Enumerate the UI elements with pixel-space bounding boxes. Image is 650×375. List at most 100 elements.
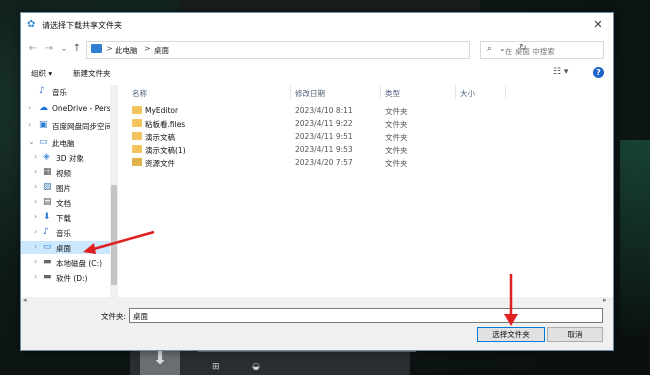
navigation-pane: ♪ 音乐 › ☁ OneDrive - Perso › ▣ 百度网盘同步空间 ⌄… — [21, 85, 119, 297]
sidebar-item-drive-c[interactable]: › ▬ 本地磁盘 (C:) — [21, 256, 111, 269]
music-icon: ♪ — [39, 86, 45, 96]
sidebar-item-label: 音乐 — [52, 88, 67, 97]
file-name: MyEditor — [145, 106, 179, 115]
file-row[interactable]: 资源文件 2023/4/20 7:57 文件夹 — [125, 156, 505, 169]
expand-icon[interactable]: › — [34, 242, 37, 251]
expand-icon[interactable]: › — [34, 167, 37, 176]
file-type: 文件夹 — [385, 107, 408, 116]
sidebar-item-label: 百度网盘同步空间 — [52, 122, 112, 131]
sidebar-item-label: 文档 — [56, 199, 71, 208]
document-icon: ▤ — [43, 197, 52, 207]
sidebar-item-label: 视频 — [56, 169, 71, 178]
expand-icon[interactable]: › — [28, 120, 31, 129]
video-icon: ▦ — [43, 167, 52, 177]
select-folder-button[interactable]: 选择文件夹 — [477, 327, 545, 342]
computer-icon — [91, 44, 102, 53]
file-name: 演示文稿(1) — [145, 146, 186, 155]
dialog-title: 请选择下载共享文件夹 — [42, 21, 122, 30]
sidebar-item-documents[interactable]: › ▤ 文档 — [21, 196, 111, 209]
music-icon: ♪ — [43, 227, 49, 237]
expand-icon[interactable]: › — [34, 212, 37, 221]
file-name: 演示文稿 — [145, 133, 175, 142]
sidebar-item-label: 下载 — [56, 214, 71, 223]
file-type: 文件夹 — [385, 133, 408, 142]
cube-icon: ◈ — [43, 152, 50, 162]
column-divider[interactable] — [380, 85, 381, 99]
file-row[interactable]: 演示文稿(1) 2023/4/11 9:53 文件夹 — [125, 143, 505, 156]
expand-icon[interactable]: › — [34, 182, 37, 191]
column-divider[interactable] — [290, 85, 291, 99]
sidebar-item-3d-objects[interactable]: › ◈ 3D 对象 — [21, 151, 111, 164]
scroll-left-icon[interactable]: ◂ — [23, 296, 27, 304]
scroll-thumb[interactable] — [111, 185, 117, 285]
cancel-button[interactable]: 取消 — [547, 327, 603, 342]
file-name: 资源文件 — [145, 159, 175, 168]
expand-icon[interactable]: › — [34, 257, 37, 266]
column-header-type[interactable]: 类型 — [385, 88, 400, 99]
sidebar-item-onedrive[interactable]: › ☁ OneDrive - Perso — [21, 102, 115, 115]
file-type: 文件夹 — [385, 146, 408, 155]
folder-icon — [132, 106, 142, 114]
sidebar-item-music-quick[interactable]: ♪ 音乐 — [21, 85, 111, 98]
back-button[interactable]: ← — [27, 42, 39, 56]
sidebar-item-music[interactable]: › ♪ 音乐 — [21, 226, 111, 239]
collapse-icon[interactable]: ⌄ — [28, 137, 35, 146]
column-header-name[interactable]: 名称 — [132, 88, 147, 99]
cloud-icon: ☁ — [39, 103, 48, 113]
breadcrumb-desktop[interactable]: 桌面 — [154, 45, 169, 56]
sidebar-item-label: 本地磁盘 (C:) — [56, 259, 102, 268]
expand-icon[interactable]: › — [34, 227, 37, 236]
horizontal-scrollbar[interactable]: ◂ ▸ — [21, 296, 613, 305]
help-icon[interactable]: ? — [593, 67, 604, 78]
recent-locations-button[interactable]: ⌄ — [58, 42, 70, 56]
folder-icon — [132, 132, 142, 140]
scroll-right-icon[interactable]: ▸ — [603, 296, 607, 304]
view-options-icon[interactable]: ☷ ▾ — [553, 67, 568, 77]
breadcrumb-separator: > — [144, 44, 151, 53]
file-type: 文件夹 — [385, 120, 408, 129]
drive-icon: ▬ — [43, 272, 52, 282]
file-row[interactable]: MyEditor 2023/4/10 8:11 文件夹 — [125, 104, 505, 117]
column-divider[interactable] — [505, 85, 506, 99]
breadcrumb-this-pc[interactable]: 此电脑 — [115, 45, 138, 56]
picture-icon: ▨ — [43, 182, 52, 192]
sidebar-item-baidu-sync[interactable]: › ▣ 百度网盘同步空间 — [21, 119, 112, 132]
sidebar-item-desktop[interactable]: › ▭ 桌面 — [21, 241, 111, 254]
column-header-date[interactable]: 修改日期 — [295, 88, 325, 99]
sidebar-item-downloads[interactable]: › ⬇ 下载 — [21, 211, 111, 224]
file-date: 2023/4/11 9:22 — [295, 119, 353, 128]
folder-picker-dialog: ✿ 请选择下载共享文件夹 ✕ ← → ⌄ ↑ > 此电脑 > 桌面 ⌄ ↻ ⌕ … — [20, 12, 614, 351]
file-row[interactable]: 演示文稿 2023/4/11 9:51 文件夹 — [125, 130, 505, 143]
folder-name-input[interactable]: 桌面 — [129, 308, 603, 323]
expand-icon[interactable]: › — [34, 272, 37, 281]
windows-icon: ⊞ — [212, 362, 220, 372]
file-row[interactable]: 粘板看.files 2023/4/11 9:22 文件夹 — [125, 117, 505, 130]
expand-icon[interactable]: › — [34, 152, 37, 161]
organize-menu[interactable]: 组织 ▾ — [31, 68, 52, 79]
sidebar-item-drive-d[interactable]: › ▬ 软件 (D:) — [21, 271, 111, 284]
command-bar: 组织 ▾ 新建文件夹 ☷ ▾ ? — [21, 65, 613, 83]
column-divider[interactable] — [455, 85, 456, 99]
close-button[interactable]: ✕ — [589, 17, 607, 33]
sidebar-item-this-pc[interactable]: ⌄ ▭ 此电脑 — [21, 136, 111, 149]
computer-icon: ▭ — [39, 137, 48, 147]
search-icon: ⌕ — [487, 44, 493, 54]
file-date: 2023/4/11 9:53 — [295, 145, 353, 154]
file-name: 粘板看.files — [145, 120, 186, 129]
up-button[interactable]: ↑ — [71, 42, 83, 56]
address-bar[interactable]: > 此电脑 > 桌面 ⌄ ↻ — [86, 41, 527, 59]
sidebar-item-pictures[interactable]: › ▨ 图片 — [21, 181, 111, 194]
expand-icon[interactable]: › — [28, 103, 31, 112]
file-list: 名称 修改日期 类型 大小 MyEditor 2023/4/10 8:11 文件… — [125, 85, 613, 297]
navigation-scrollbar[interactable] — [110, 85, 118, 297]
sidebar-item-videos[interactable]: › ▦ 视频 — [21, 166, 111, 179]
column-header-size[interactable]: 大小 — [460, 88, 475, 99]
expand-icon[interactable]: › — [34, 197, 37, 206]
search-box[interactable]: ⌕ 在 桌面 中搜索 — [480, 41, 604, 59]
navigation-bar: ← → ⌄ ↑ > 此电脑 > 桌面 ⌄ ↻ ⌕ 在 桌面 中搜索 — [21, 39, 613, 61]
forward-button[interactable]: → — [43, 42, 55, 56]
new-folder-button[interactable]: 新建文件夹 — [73, 68, 111, 79]
folder-icon — [132, 145, 142, 153]
sidebar-item-label: 音乐 — [56, 229, 71, 238]
folder-icon — [132, 119, 142, 127]
